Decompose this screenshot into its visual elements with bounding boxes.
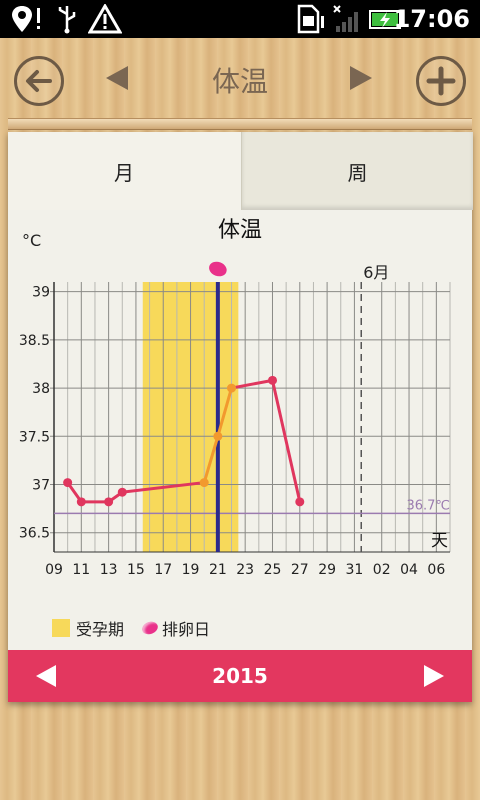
y-axis-label: °C <box>22 231 41 250</box>
x-tick-label: 19 <box>182 562 200 578</box>
ovulation-pill-icon <box>209 261 227 277</box>
next-year-button[interactable] <box>424 665 444 687</box>
x-tick-label: 06 <box>427 562 445 578</box>
x-tick-label: 17 <box>154 562 172 578</box>
location-alert-icon <box>12 6 40 32</box>
x-tick-label: 23 <box>236 562 254 578</box>
x-axis-label: 天 <box>431 531 448 551</box>
y-tick-label: 38 <box>32 381 50 397</box>
data-point <box>199 478 209 488</box>
y-tick-label: 39 <box>32 285 50 301</box>
sim-card-icon <box>297 4 324 34</box>
plus-icon <box>426 66 456 96</box>
x-tick-label: 25 <box>264 562 282 578</box>
x-tick-label: 09 <box>45 562 63 578</box>
y-tick-label: 37.5 <box>19 429 50 445</box>
chart-panel: 月 周 体温 39 38.5 38 37.5 37 36.5 °C 09 11 13 15 17 19 2… <box>8 132 473 702</box>
data-point <box>295 497 305 507</box>
y-tick-label: 38.5 <box>19 333 50 349</box>
warning-icon <box>88 4 122 34</box>
ovulation-legend-label: 排卵日 <box>162 620 211 639</box>
y-tick-label: 37 <box>32 478 50 494</box>
year-label: 2015 <box>212 664 268 688</box>
add-button[interactable] <box>416 56 466 106</box>
chart-legend: 受孕期 排卵日 <box>52 616 210 640</box>
ovulation-pill-icon <box>140 619 160 637</box>
status-bar: 17:06 <box>0 0 480 38</box>
data-point <box>267 375 277 385</box>
x-tick-label: 27 <box>291 562 309 578</box>
x-tick-label: 11 <box>72 562 90 578</box>
x-tick-label: 04 <box>400 562 418 578</box>
fertile-legend-swatch <box>52 619 70 637</box>
data-point <box>63 478 73 488</box>
signal-icon <box>333 5 358 32</box>
data-point <box>76 497 86 507</box>
x-tick-label: 02 <box>373 562 391 578</box>
status-time: 17:06 <box>393 5 470 33</box>
y-tick-label: 36.5 <box>19 526 50 542</box>
x-tick-label: 29 <box>318 562 336 578</box>
x-tick-label: 13 <box>100 562 118 578</box>
month-marker-label: 6月 <box>363 263 389 282</box>
page-title: 体温 <box>211 65 268 98</box>
ovulation-line <box>215 282 220 552</box>
fertile-legend-label: 受孕期 <box>76 620 125 639</box>
header: 体温 <box>0 38 480 120</box>
x-tick-label: 15 <box>127 562 145 578</box>
year-bar: 2015 <box>8 650 472 702</box>
data-point <box>213 431 223 441</box>
data-point <box>227 383 237 393</box>
threshold-label: 36.7℃ <box>406 498 450 513</box>
data-point <box>117 487 127 497</box>
usb-icon <box>58 6 76 34</box>
next-button[interactable] <box>350 66 372 90</box>
shelf-divider <box>8 118 472 130</box>
x-tick-label: 31 <box>345 562 363 578</box>
data-point <box>104 497 114 507</box>
x-tick-label: 21 <box>209 562 227 578</box>
temperature-chart: 39 38.5 38 37.5 37 36.5 °C 09 11 13 15 17 19 21 23 25 27… <box>19 231 451 578</box>
